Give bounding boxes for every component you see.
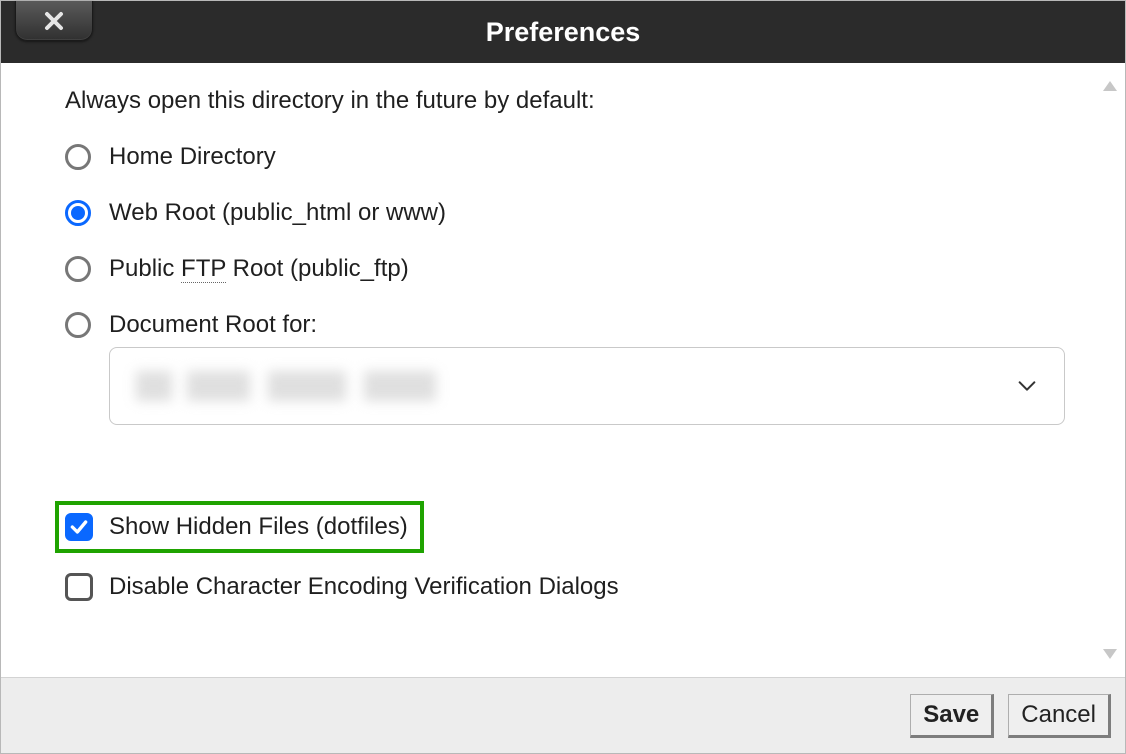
radio-publicftp-prefix: Public [109,255,181,282]
radio-docroot-row[interactable]: Document Root for: [65,311,1095,339]
scroll-down-icon[interactable] [1103,649,1117,659]
checkbox-disable-enc[interactable] [65,573,93,601]
radio-docroot[interactable] [65,312,91,338]
radio-publicftp-ftp: FTP [181,255,226,283]
radio-docroot-label: Document Root for: [109,311,317,339]
radio-home-label: Home Directory [109,143,276,171]
radio-publicftp-label: Public FTP Root (public_ftp) [109,255,409,283]
dialog-body: Always open this directory in the future… [1,63,1125,677]
scroll-up-icon[interactable] [1103,81,1117,91]
cancel-button[interactable]: Cancel [1008,694,1111,738]
check-show-hidden-label: Show Hidden Files (dotfiles) [109,513,408,541]
close-button[interactable] [15,1,93,41]
domain-select[interactable] [109,347,1065,425]
domain-select-value [136,371,436,401]
body-content: Always open this directory in the future… [1,63,1095,677]
radio-webroot-label: Web Root (public_html or www) [109,199,446,227]
dialog-title: Preferences [486,17,641,48]
radio-home[interactable] [65,144,91,170]
radio-publicftp-suffix: Root (public_ftp) [226,255,409,282]
check-disable-enc-label: Disable Character Encoding Verification … [109,573,619,601]
radio-publicftp-row[interactable]: Public FTP Root (public_ftp) [65,255,1095,283]
radio-webroot-row[interactable]: Web Root (public_html or www) [65,199,1095,227]
preferences-dialog: Preferences Always open this directory i… [0,0,1126,754]
prompt-text: Always open this directory in the future… [65,87,1095,115]
dialog-footer: Save Cancel [1,677,1125,753]
check-disable-enc-row[interactable]: Disable Character Encoding Verification … [65,573,1095,601]
save-button[interactable]: Save [910,694,994,738]
close-icon [42,9,66,33]
scrollbar[interactable] [1103,81,1117,659]
radio-webroot[interactable] [65,200,91,226]
checkbox-show-hidden[interactable] [65,513,93,541]
check-icon [69,517,89,537]
radio-publicftp[interactable] [65,256,91,282]
radio-home-row[interactable]: Home Directory [65,143,1095,171]
chevron-down-icon [1016,375,1038,397]
check-show-hidden-row[interactable]: Show Hidden Files (dotfiles) [55,501,424,553]
titlebar: Preferences [1,1,1125,63]
